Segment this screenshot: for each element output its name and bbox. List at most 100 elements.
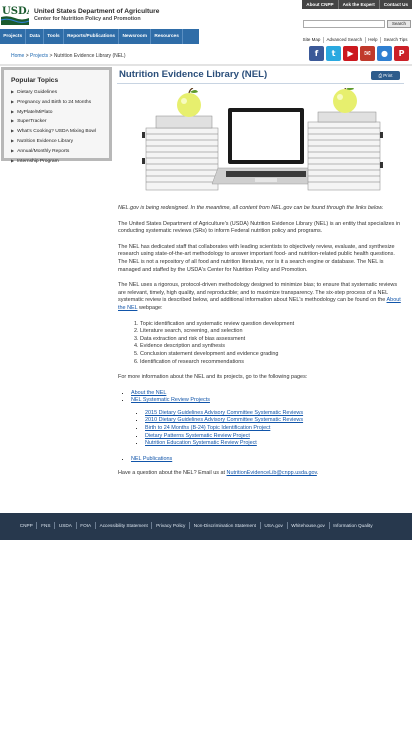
pinterest-icon[interactable]: P — [394, 46, 409, 61]
list-item: 2015 Dietary Guidelines Advisory Committ… — [145, 410, 405, 418]
sidebar-item[interactable]: ▶ Nutrition Evidence Library — [11, 137, 96, 147]
site-map-link[interactable]: Site Map — [300, 37, 323, 43]
nav-reports-publications[interactable]: Reports/Publications — [64, 29, 120, 44]
methodology-text-end: webpage: — [137, 304, 163, 311]
hero-image-laptop-paper-stacks — [140, 88, 386, 191]
arrow-right-icon: ▶ — [11, 118, 15, 124]
twitter-icon[interactable]: t — [326, 46, 341, 61]
svg-text:USDA: USDA — [2, 6, 29, 17]
search-button[interactable]: Search — [387, 20, 411, 28]
nav-projects[interactable]: Projects — [0, 29, 27, 44]
sr-project-link[interactable]: 2010 Dietary Guidelines Advisory Committ… — [145, 417, 303, 423]
process-step: Literature search, screening, and select… — [140, 328, 405, 336]
list-item: Nutrition Education Systematic Review Pr… — [145, 440, 405, 448]
arrow-right-icon: ▶ — [11, 147, 15, 153]
breadcrumb-projects[interactable]: Projects — [30, 53, 48, 59]
sidebar-item[interactable]: ▶ Dietary Guidelines — [11, 88, 96, 98]
nel-publications-link[interactable]: NEL Publications — [131, 456, 172, 462]
more-info-text: For more information about the NEL and i… — [118, 374, 308, 381]
question-text-end: . — [316, 470, 319, 477]
footer-link[interactable]: USDA — [54, 522, 75, 529]
list-item: NEL Publications — [131, 456, 405, 464]
advanced-search-link[interactable]: Advanced Search — [322, 37, 365, 43]
footer-link[interactable]: CNPP — [16, 522, 36, 529]
process-step: Data extraction and risk of bias assessm… — [140, 336, 405, 344]
about-cnpp-link[interactable]: About CNPP — [302, 0, 337, 9]
sidebar-item[interactable]: ▶ MyPlate/MiPlato — [11, 108, 96, 118]
search-input[interactable] — [303, 20, 385, 28]
print-button[interactable]: ⎙ Print — [371, 71, 400, 80]
six-step-process-list: Topic identification and systematic revi… — [118, 321, 405, 367]
youtube-icon[interactable]: ▶ — [343, 46, 358, 61]
redesign-notice: NEL.gov is being redesigned. In the mean… — [118, 205, 384, 211]
sr-project-link[interactable]: Dietary Patterns Systematic Review Proje… — [145, 433, 250, 439]
print-label: Print — [383, 73, 393, 78]
breadcrumb: Home > Projects > Nutrition Evidence Lib… — [11, 53, 126, 59]
arrow-right-icon: ▶ — [11, 108, 15, 114]
list-item: About the NEL — [131, 390, 405, 398]
nav-newsroom[interactable]: Newsroom — [119, 29, 152, 44]
list-item: Birth to 24 Months (B-24) Topic Identifi… — [145, 425, 405, 433]
agency-subtitle: Center for Nutrition Policy and Promotio… — [34, 16, 141, 22]
list-item: Dietary Patterns Systematic Review Proje… — [145, 433, 405, 441]
footer-links: CNPP FNS USDA FOIA Accessibility Statement Pr… — [16, 522, 376, 529]
arrow-right-icon: ▶ — [11, 157, 15, 163]
process-step: Identification of research recommendatio… — [140, 359, 405, 367]
page-title: Nutrition Evidence Library (NEL) — [119, 69, 268, 80]
search-tips-link[interactable]: Search Tips — [380, 37, 410, 43]
email-link[interactable]: NutritionEvidenceLib@cnpp.usda.gov — [227, 470, 317, 476]
usda-logo[interactable]: USDA — [1, 3, 29, 25]
sidebar-item-label: Annual/Monthly Reports — [17, 148, 70, 154]
process-step: Evidence description and synthesis — [140, 343, 405, 351]
footer-link[interactable]: Privacy Policy — [151, 522, 189, 529]
breadcrumb-current: Nutrition Evidence Library (NEL) — [53, 53, 126, 59]
sidebar-item-label: SuperTracker — [17, 119, 47, 125]
list-item: 2010 Dietary Guidelines Advisory Committ… — [145, 417, 405, 425]
sidebar-list: ▶ Dietary Guidelines ▶ Pregnancy and Birth … — [11, 88, 96, 166]
popular-topics-sidebar: Popular Topics ▶ Dietary Guidelines ▶ Pregn… — [1, 67, 112, 164]
sr-project-link[interactable]: 2015 Dietary Guidelines Advisory Committ… — [145, 410, 303, 416]
nav-data[interactable]: Data — [26, 29, 45, 44]
sidebar-item-label: What's Cooking? USDA Mixing Bowl — [17, 129, 97, 135]
nav-resources[interactable]: Resources — [151, 29, 184, 44]
sidebar-item[interactable]: ▶ Internship Program — [11, 157, 96, 167]
sr-project-link[interactable]: Nutrition Education Systematic Review Pr… — [145, 440, 257, 446]
footer-link[interactable]: Non-Discrimination Statement — [189, 522, 260, 529]
sidebar-item[interactable]: ▶ Pregnancy and Birth to 24 Months — [11, 98, 96, 108]
contact-us-link[interactable]: Contact Us — [378, 0, 412, 9]
footer-link[interactable]: FNS — [36, 522, 54, 529]
flickr-icon[interactable]: ● — [377, 46, 392, 61]
arrow-right-icon: ▶ — [11, 137, 15, 143]
footer-link[interactable]: FOIA — [75, 522, 95, 529]
nel-links-list: About the NEL NEL Systematic Review Proj… — [118, 390, 405, 464]
facebook-icon[interactable]: f — [309, 46, 324, 61]
sr-project-link[interactable]: Birth to 24 Months (B-24) Topic Identifi… — [145, 425, 270, 431]
agency-name[interactable]: United States Department of Agriculture … — [34, 8, 159, 23]
breadcrumb-home[interactable]: Home — [11, 53, 24, 59]
title-divider — [117, 83, 404, 84]
methodology-text: The NEL uses a rigorous, protocol-driven… — [118, 282, 398, 304]
footer-link[interactable]: USA.gov — [259, 522, 287, 529]
email-icon[interactable]: ✉ — [360, 46, 375, 61]
process-step: Conclusion statement development and evi… — [140, 351, 405, 359]
sidebar-item[interactable]: ▶ SuperTracker — [11, 117, 96, 127]
site-footer: CNPP FNS USDA FOIA Accessibility Statement Pr… — [0, 513, 412, 540]
sidebar-item[interactable]: ▶ Annual/Monthly Reports — [11, 147, 96, 157]
footer-link[interactable]: Information Quality — [328, 522, 377, 529]
sidebar-item-label: Internship Program — [17, 158, 59, 164]
staff-paragraph: The NEL has dedicated staff that collabo… — [118, 243, 395, 273]
sidebar-item[interactable]: ▶ What's Cooking? USDA Mixing Bowl — [11, 127, 96, 137]
sr-project-sublist: 2015 Dietary Guidelines Advisory Committ… — [131, 410, 405, 448]
about-the-nel-link[interactable]: About the NEL — [131, 390, 166, 396]
secondary-links: Site Map Advanced Search Help Search Tip… — [300, 37, 410, 43]
ask-the-expert-link[interactable]: Ask the Expert — [337, 0, 379, 9]
footer-link[interactable]: Whitehouse.gov — [286, 522, 329, 529]
footer-link[interactable]: Accessibility Statement — [94, 522, 152, 529]
sidebar-item-label: Nutrition Evidence Library — [17, 138, 74, 144]
sr-projects-link[interactable]: NEL Systematic Review Projects — [131, 397, 210, 403]
main-nav: Projects Data Tools Reports/Publications… — [0, 29, 199, 44]
nav-tools[interactable]: Tools — [44, 29, 64, 44]
laptop-icon — [211, 108, 321, 185]
help-link[interactable]: Help — [364, 37, 380, 43]
paper-stack-right-icon — [307, 111, 383, 191]
